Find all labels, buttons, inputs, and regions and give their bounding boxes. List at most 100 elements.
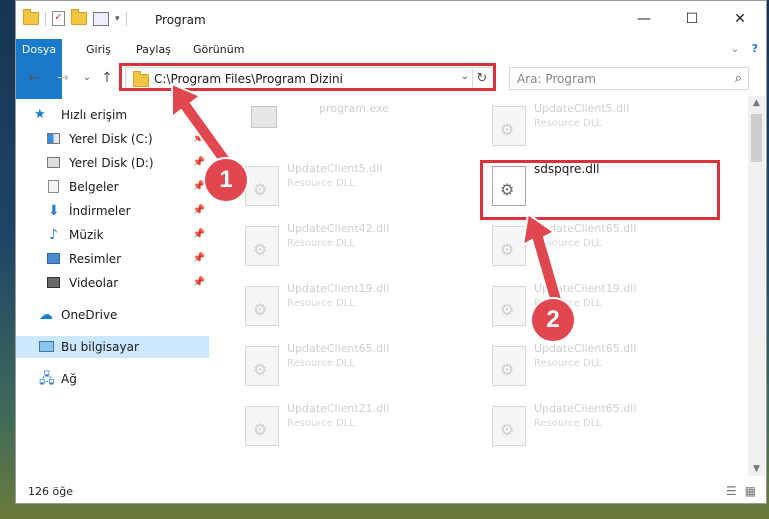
file-item[interactable]: UpdateClient5.dll Resource DLL (239, 160, 469, 220)
pin-icon[interactable]: 📌 (193, 152, 205, 174)
sidebar-item-label: Müzik (69, 228, 104, 242)
toolbar-divider (45, 11, 46, 26)
dll-file-icon (245, 406, 279, 446)
pin-icon[interactable]: 📌 (193, 248, 205, 270)
navigation-pane: ★ Hızlı erişim Yerel Disk (C:) 📌 Yerel D… (16, 96, 211, 476)
file-type: Resource DLL (534, 118, 602, 129)
sidebar-item-local-disk-d[interactable]: Yerel Disk (D:) 📌 (16, 152, 209, 174)
document-icon (48, 180, 59, 193)
sidebar-item-label: Yerel Disk (D:) (69, 156, 154, 170)
dll-file-icon (492, 286, 526, 326)
large-icons-view-icon[interactable]: ▦ (745, 484, 756, 498)
callout-2: 2 (530, 297, 576, 343)
close-button[interactable]: ✕ (730, 9, 750, 29)
dll-file-icon (245, 346, 279, 386)
vertical-scrollbar[interactable]: ▲ ▼ (748, 96, 765, 476)
file-item[interactable]: UpdateClient19.dll Resource DLL (239, 280, 469, 340)
file-type: Resource DLL (534, 358, 602, 369)
dll-file-icon (492, 226, 526, 266)
file-item[interactable]: UpdateClient65.dll Resource DLL (486, 340, 716, 400)
drive-icon (47, 157, 60, 168)
sidebar-item-label: Hızlı erişim (61, 108, 128, 122)
pictures-icon (47, 253, 60, 264)
file-type: Resource DLL (287, 358, 355, 369)
file-name: UpdateClient65.dll (287, 342, 390, 355)
minimize-button[interactable]: — (634, 9, 654, 29)
file-item[interactable]: UpdateClient5.dll Resource DLL (486, 100, 716, 160)
pin-icon[interactable]: 📌 (193, 200, 205, 222)
maximize-button[interactable]: ☐ (682, 9, 702, 29)
file-item[interactable]: UpdateClient21.dll Resource DLL (239, 400, 469, 460)
computer-icon (39, 341, 54, 352)
status-bar: 126 öğe ☰ ▦ (16, 479, 766, 503)
file-item[interactable]: UpdateClient65.dll Resource DLL (486, 220, 716, 280)
sidebar-item-label: Resimler (69, 252, 122, 266)
pin-icon[interactable]: 📌 (193, 224, 205, 246)
file-item[interactable]: UpdateClient65.dll Resource DLL (486, 400, 716, 460)
download-icon: ⬇ (48, 203, 60, 219)
sidebar-item-network[interactable]: 🖧 Ağ (16, 368, 209, 390)
network-icon: 🖧 (39, 371, 55, 387)
scroll-thumb[interactable] (751, 114, 762, 162)
help-icon[interactable]: ? (752, 42, 758, 55)
forward-arrow-icon[interactable]: → (54, 68, 72, 88)
callout-1: 1 (203, 157, 249, 203)
toolbar-dropdown-icon[interactable]: ▾ (115, 14, 120, 24)
customize-toolbar-icon[interactable] (93, 11, 109, 26)
title-bar: ✓ ▾ Program — ☐ ✕ (16, 1, 766, 39)
sidebar-item-label: Yerel Disk (C:) (69, 132, 153, 146)
recent-locations-icon[interactable]: ⌄ (78, 68, 96, 88)
sidebar-item-label: OneDrive (61, 308, 118, 322)
dll-file-icon (245, 286, 279, 326)
back-arrow-icon[interactable]: ← (25, 68, 43, 88)
sidebar-item-label: İndirmeler (69, 204, 131, 218)
file-type: Resource DLL (534, 418, 602, 429)
tab-home[interactable]: Giriş (86, 39, 111, 60)
up-arrow-icon[interactable]: ↑ (98, 68, 116, 88)
address-highlight-box (119, 63, 496, 91)
sidebar-item-documents[interactable]: Belgeler 📌 (16, 176, 209, 198)
pin-icon[interactable]: 📌 (193, 272, 205, 294)
scroll-up-icon[interactable]: ▲ (748, 98, 765, 108)
ribbon-expand-icon[interactable]: ⌄ (730, 42, 739, 55)
pin-icon[interactable]: 📌 (193, 128, 205, 150)
sidebar-item-pictures[interactable]: Resimler 📌 (16, 248, 209, 270)
file-item[interactable]: UpdateClient42.dll Resource DLL (239, 220, 469, 280)
properties-check-icon[interactable]: ✓ (52, 11, 65, 26)
file-name: program.exe (319, 102, 389, 115)
sidebar-item-quick-access[interactable]: ★ Hızlı erişim (16, 104, 209, 126)
window-title: Program (155, 13, 206, 27)
file-name: UpdateClient19.dll (534, 282, 637, 295)
tab-view[interactable]: Görünüm (193, 39, 244, 60)
file-name: UpdateClient21.dll (287, 402, 390, 415)
sidebar-item-videos[interactable]: Videolar 📌 (16, 272, 209, 294)
sidebar-item-label: Bu bilgisayar (61, 340, 139, 354)
tab-share[interactable]: Paylaş (136, 39, 171, 60)
file-item[interactable]: UpdateClient19.dll Resource DLL (486, 280, 716, 340)
details-view-icon[interactable]: ☰ (726, 484, 737, 498)
cloud-icon: ☁ (39, 307, 53, 323)
file-name: UpdateClient5.dll (287, 162, 383, 175)
dll-file-icon (492, 346, 526, 386)
new-folder-icon[interactable] (71, 9, 87, 25)
file-list: program.exe UpdateClient5.dll Resource D… (214, 96, 748, 476)
sidebar-item-music[interactable]: ♪ Müzik 📌 (16, 224, 209, 246)
file-name: UpdateClient5.dll (534, 102, 630, 115)
file-name: UpdateClient65.dll (534, 222, 637, 235)
sidebar-item-this-pc[interactable]: Bu bilgisayar (16, 336, 209, 358)
quick-access-toolbar: ✓ ▾ (23, 9, 127, 26)
file-item[interactable]: program.exe (239, 100, 469, 160)
file-item[interactable]: UpdateClient65.dll Resource DLL (239, 340, 469, 400)
search-box[interactable]: Ara: Program ⌕ (509, 67, 749, 90)
video-icon (47, 277, 60, 288)
folder-icon (23, 9, 39, 25)
sidebar-item-downloads[interactable]: ⬇ İndirmeler 📌 (16, 200, 209, 222)
search-input[interactable]: Ara: Program (517, 72, 596, 86)
search-icon[interactable]: ⌕ (735, 71, 742, 86)
file-highlight-box (480, 160, 720, 220)
sidebar-item-onedrive[interactable]: ☁ OneDrive (16, 304, 209, 326)
toolbar-divider (125, 11, 127, 26)
sidebar-item-local-disk-c[interactable]: Yerel Disk (C:) 📌 (16, 128, 209, 150)
file-type: Resource DLL (287, 298, 355, 309)
scroll-down-icon[interactable]: ▼ (748, 464, 765, 474)
